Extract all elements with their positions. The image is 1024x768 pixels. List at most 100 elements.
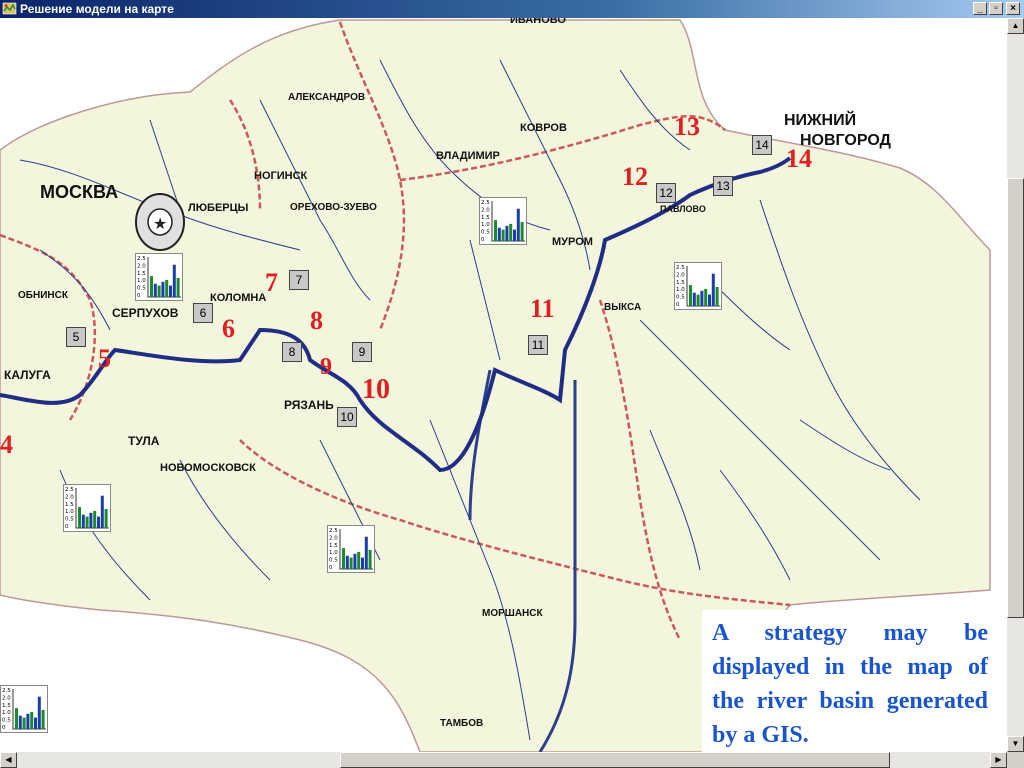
mini-chart-axis-label: 1.0 <box>329 550 338 556</box>
mini-chart-axis-label: 2.0 <box>481 207 490 213</box>
maximize-button[interactable]: ▫ <box>989 2 1003 15</box>
moscow-ring: ★ <box>135 193 185 251</box>
mini-bar-chart-icon[interactable]: 2.5 2.0 1.5 1.0 0.5 0 <box>327 525 375 573</box>
mini-chart-axis-label: 1.0 <box>676 287 685 293</box>
node-box[interactable]: 11 <box>528 335 548 355</box>
mini-bar-chart-icon[interactable]: 2.5 2.0 1.5 1.0 0.5 0 <box>135 253 183 301</box>
mini-chart-bar <box>494 220 497 241</box>
city-label: ОРЕХОВО-ЗУЕВО <box>290 202 377 213</box>
mini-chart-bar <box>81 514 85 528</box>
mini-chart-bar <box>704 288 708 306</box>
strategy-step-number: 11 <box>530 294 555 323</box>
mini-bar-chart-icon[interactable]: 2.5 2.0 1.5 1.0 0.5 0 <box>674 262 722 310</box>
mini-chart-bar <box>93 510 97 528</box>
node-box[interactable]: 12 <box>656 183 676 203</box>
node-box[interactable]: 13 <box>713 176 733 196</box>
city-label: МОРШАНСК <box>482 608 543 619</box>
city-label: АЛЕКСАНДРОВ <box>288 92 366 103</box>
city-label: РЯЗАНЬ <box>284 398 334 412</box>
city-label: НОВОМОСКОВСК <box>160 462 256 474</box>
mini-chart-bar <box>78 507 81 528</box>
mini-chart-bar <box>89 512 93 528</box>
node-box[interactable]: 14 <box>752 135 772 155</box>
mini-chart-bar <box>169 285 172 297</box>
mini-chart-bar <box>41 710 45 729</box>
strategy-step-number: 12 <box>622 162 648 191</box>
mini-chart-bar <box>509 223 513 241</box>
city-label: ЛЮБЕРЦЫ <box>188 202 249 214</box>
city-label: ВЫКСА <box>604 302 642 313</box>
map-view[interactable]: ★ ИВАНОВО АЛЕКСАНДРОВ КОВРОВ НИЖНИЙ НОВГОРОД… <box>0 18 1007 752</box>
mini-chart-axis-label: 1.5 <box>65 502 74 508</box>
scroll-right-button[interactable]: ▶ <box>990 752 1007 768</box>
mini-chart-axis-label: 2.0 <box>676 272 685 278</box>
mini-chart-svg: 2.52.0 1.51.0 0.50 <box>65 487 109 530</box>
mini-chart-axis-label: 2.5 <box>481 200 490 206</box>
mini-chart-axis-label: 1.5 <box>676 280 685 286</box>
mini-chart-bar <box>711 273 715 306</box>
mini-chart-axis-label: 1.0 <box>65 509 74 515</box>
mini-chart-axis-label: 0 <box>65 524 69 530</box>
node-box[interactable]: 7 <box>289 270 309 290</box>
strategy-step-number: 14 <box>786 144 812 173</box>
mini-chart-bar <box>692 292 696 306</box>
mini-chart-bar <box>85 516 89 528</box>
svg-text:★: ★ <box>153 214 167 233</box>
mini-chart-bar <box>342 548 345 569</box>
mini-chart-bar <box>176 278 180 297</box>
scroll-up-button[interactable]: ▲ <box>1007 18 1024 34</box>
city-label: ТУЛА <box>128 434 160 448</box>
scroll-down-button[interactable]: ▼ <box>1007 736 1024 752</box>
mini-chart-axis-label: 2.0 <box>329 535 338 541</box>
scroll-left-button[interactable]: ◀ <box>0 752 17 768</box>
strategy-step-number: 8 <box>310 306 323 335</box>
mini-chart-bar <box>18 715 22 729</box>
mini-chart-axis-label: 0 <box>137 293 141 299</box>
city-label: МОСКВА <box>40 182 119 202</box>
mini-chart-axis-label: 0.5 <box>676 295 685 301</box>
mini-chart-axis-label: 0 <box>2 725 6 731</box>
strategy-step-number: 7 <box>265 268 278 297</box>
mini-bar-chart-icon[interactable]: 2.5 2.0 1.5 1.0 0.5 0 <box>479 197 527 245</box>
mini-chart-bar <box>37 696 41 729</box>
horizontal-scrollbar[interactable]: ◀ ▶ <box>0 752 1007 768</box>
mini-chart-bar <box>516 208 520 241</box>
mini-bar-chart-icon[interactable]: 2.5 2.0 1.5 1.0 0.5 0 <box>63 484 111 532</box>
mini-chart-axis-label: 1.5 <box>2 703 11 709</box>
node-box[interactable]: 9 <box>352 342 372 362</box>
mini-chart-bar <box>364 536 368 569</box>
mini-chart-axis-label: 0.5 <box>2 718 11 724</box>
horizontal-scroll-thumb[interactable] <box>340 752 890 768</box>
mini-chart-bar <box>505 225 509 241</box>
mini-chart-axis-label: 2.5 <box>2 688 11 694</box>
mini-chart-axis-label: 0 <box>329 565 333 571</box>
mini-bar-chart-icon[interactable]: 2.5 2.0 1.5 1.0 0.5 0 <box>0 685 48 733</box>
vertical-scrollbar[interactable]: ▲ ▼ <box>1007 18 1024 752</box>
city-label: ВЛАДИМИР <box>436 150 500 162</box>
mini-chart-svg: 2.52.0 1.51.0 0.50 <box>2 688 46 731</box>
city-label: ПАВЛОВО <box>660 204 706 214</box>
vertical-scroll-thumb[interactable] <box>1007 178 1024 618</box>
title-bar: Решение модели на карте _ ▫ × <box>0 0 1024 18</box>
node-box[interactable]: 8 <box>282 342 302 362</box>
node-box[interactable]: 6 <box>193 303 213 323</box>
mini-chart-bar <box>715 287 719 306</box>
mini-chart-bar <box>345 555 349 569</box>
close-button[interactable]: × <box>1006 2 1020 15</box>
city-label: ИВАНОВО <box>510 18 566 26</box>
mini-chart-bar <box>26 713 30 729</box>
mini-chart-axis-label: 0 <box>676 302 680 308</box>
mini-chart-bar <box>520 222 524 241</box>
app-icon <box>2 2 17 15</box>
minimize-button[interactable]: _ <box>973 2 987 15</box>
city-label: ОБНИНСК <box>18 290 68 301</box>
node-box[interactable]: 10 <box>337 407 357 427</box>
mini-chart-bar <box>361 557 364 569</box>
mini-chart-bar <box>165 279 169 297</box>
strategy-step-number: 6 <box>222 314 235 343</box>
strategy-step-number: 4 <box>0 430 13 459</box>
mini-chart-bar <box>22 717 26 729</box>
mini-chart-svg: 2.52.0 1.51.0 0.50 <box>481 200 525 243</box>
mini-chart-bar <box>349 557 353 569</box>
node-box[interactable]: 5 <box>66 327 86 347</box>
